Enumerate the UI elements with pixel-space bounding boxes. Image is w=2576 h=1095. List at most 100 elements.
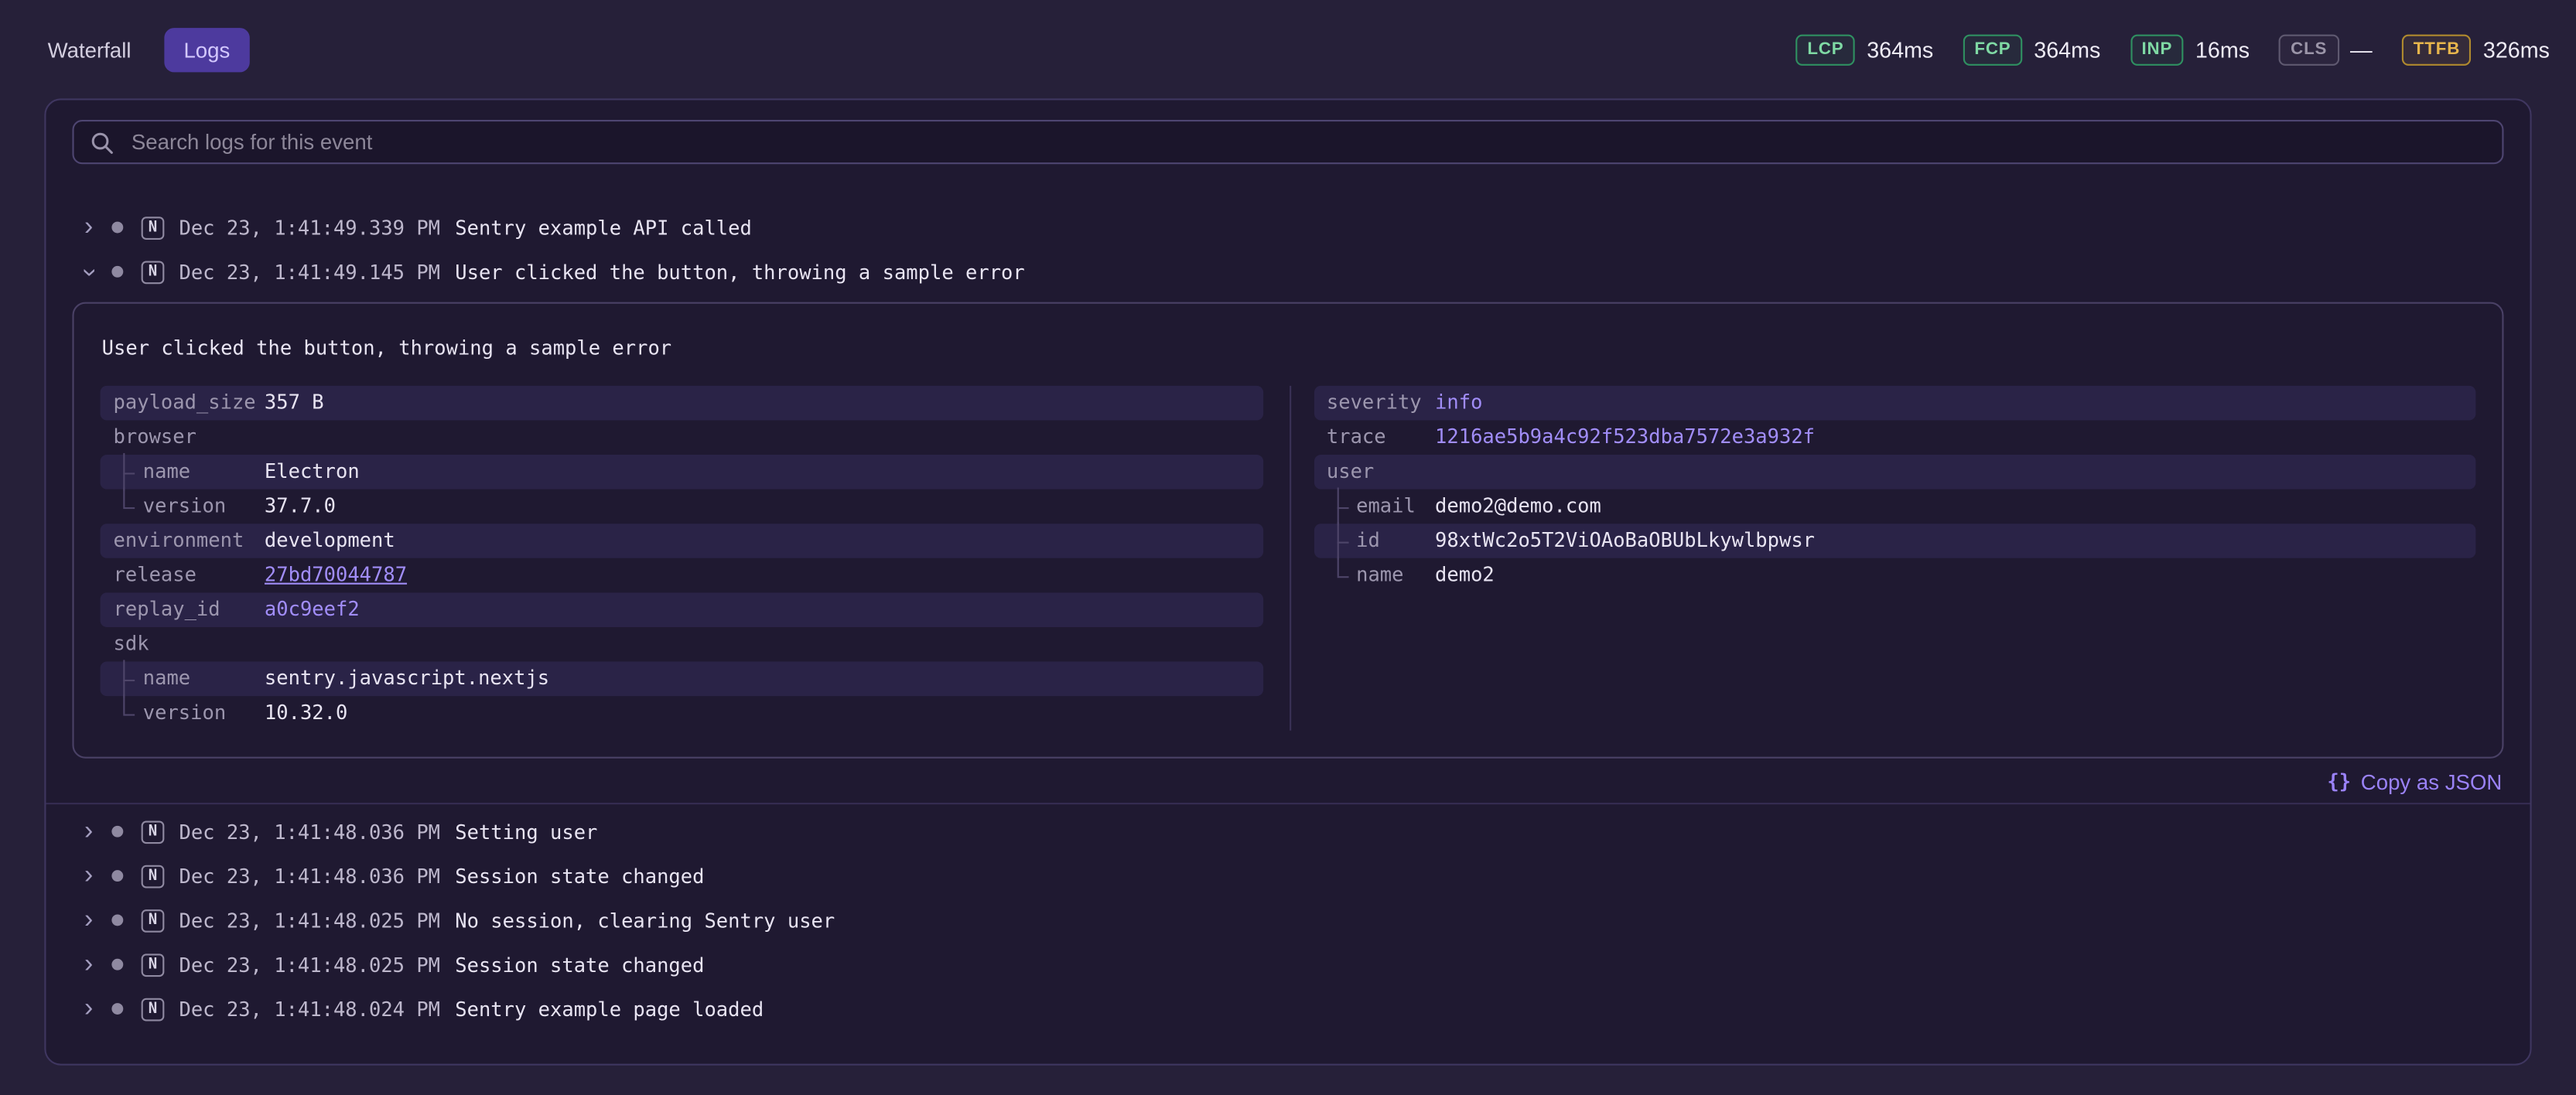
kv-key: sdk	[114, 627, 265, 662]
log-detail-panel: User clicked the button, throwing a samp…	[72, 302, 2503, 759]
log-timestamp: Dec 23, 1:41:48.025 PM	[179, 953, 455, 976]
attributes-column-right: severity info trace 1216ae5b9a4c92f523db…	[1289, 386, 2475, 731]
log-timestamp: Dec 23, 1:41:48.024 PM	[179, 998, 455, 1021]
table-row: name demo2	[1314, 558, 2476, 593]
tree-connector	[123, 490, 142, 524]
chevron-down-icon[interactable]: ›	[76, 258, 102, 285]
attributes-table: payload_size 357 B browser name Electron	[101, 386, 2476, 731]
table-row: version 10.32.0	[101, 696, 1263, 731]
vital-ttfb: TTFB 326ms	[2402, 34, 2550, 65]
kv-key: environment	[114, 524, 265, 558]
tree-connector	[123, 662, 142, 697]
log-message: Session state changed	[455, 865, 704, 888]
detail-footer: {} Copy as JSON	[72, 762, 2503, 801]
kv-key: severity	[1327, 386, 1435, 421]
vital-cls-value: —	[2350, 37, 2373, 62]
web-vitals: LCP 364ms FCP 364ms INP 16ms CLS — TTFB …	[1795, 34, 2550, 65]
log-level-dot	[111, 222, 123, 234]
vital-inp: INP 16ms	[2130, 34, 2250, 65]
vital-ttfb-badge: TTFB	[2402, 34, 2472, 65]
table-row: trace 1216ae5b9a4c92f523dba7572e3a932f	[1314, 420, 2476, 455]
log-row-expanded[interactable]: › N Dec 23, 1:41:49.145 PM User clicked …	[72, 250, 2503, 294]
attributes-column-left: payload_size 357 B browser name Electron	[101, 386, 1289, 731]
logs-panel: › N Dec 23, 1:41:49.339 PM Sentry exampl…	[44, 98, 2531, 1065]
table-row: version 37.7.0	[101, 490, 1263, 524]
vital-cls: CLS —	[2279, 34, 2372, 65]
kv-key: name	[143, 662, 265, 697]
search-icon	[91, 131, 114, 154]
release-link[interactable]: 27bd70044787	[265, 558, 407, 593]
kv-value: demo2@demo.com	[1435, 490, 1601, 524]
kv-key: name	[1356, 558, 1435, 593]
table-row-group: browser	[101, 420, 1263, 455]
chevron-right-icon[interactable]: ›	[76, 951, 102, 977]
log-row[interactable]: › N Dec 23, 1:41:48.025 PM Session state…	[72, 943, 2503, 987]
log-row[interactable]: › N Dec 23, 1:41:48.036 PM Session state…	[72, 854, 2503, 898]
table-row: release 27bd70044787	[101, 558, 1263, 593]
table-row: name sentry.javascript.nextjs	[101, 662, 1263, 697]
log-row[interactable]: › N Dec 23, 1:41:48.025 PM No session, c…	[72, 898, 2503, 942]
kv-key: id	[1356, 524, 1435, 558]
log-list-bottom: › N Dec 23, 1:41:48.036 PM Setting user …	[72, 810, 2503, 1051]
log-level-dot	[111, 1003, 123, 1015]
section-divider	[46, 803, 2530, 804]
chevron-right-icon[interactable]: ›	[76, 907, 102, 933]
nextjs-icon: N	[142, 909, 165, 932]
log-row[interactable]: › N Dec 23, 1:41:48.036 PM Setting user	[72, 810, 2503, 854]
kv-key: user	[1327, 455, 1435, 490]
trace-logs-view: Waterfall Logs LCP 364ms FCP 364ms INP 1…	[0, 0, 2576, 1095]
kv-key: payload_size	[114, 386, 265, 421]
tree-connector	[123, 696, 142, 731]
kv-value: info	[1435, 386, 1482, 421]
kv-key: version	[143, 696, 265, 731]
kv-value: 98xtWc2o5T2ViOAoBaOBUbLkywlbpwsr	[1435, 524, 1815, 558]
table-row: id 98xtWc2o5T2ViOAoBaOBUbLkywlbpwsr	[1314, 524, 2476, 558]
nextjs-icon: N	[142, 216, 165, 239]
vital-inp-value: 16ms	[2195, 37, 2250, 62]
replay-id-link[interactable]: a0c9eef2	[265, 592, 360, 627]
tab-waterfall[interactable]: Waterfall	[28, 27, 151, 71]
top-bar: Waterfall Logs LCP 364ms FCP 364ms INP 1…	[0, 0, 2576, 98]
chevron-right-icon[interactable]: ›	[76, 996, 102, 1022]
log-timestamp: Dec 23, 1:41:48.025 PM	[179, 909, 455, 932]
table-row: environment development	[101, 524, 1263, 558]
view-tabs: Waterfall Logs	[28, 27, 250, 71]
kv-key: trace	[1327, 420, 1435, 455]
log-message: No session, clearing Sentry user	[455, 909, 835, 932]
braces-icon: {}	[2327, 770, 2351, 793]
chevron-right-icon[interactable]: ›	[76, 214, 102, 240]
log-search-bar	[72, 120, 2503, 164]
chevron-right-icon[interactable]: ›	[76, 818, 102, 844]
chevron-right-icon[interactable]: ›	[76, 863, 102, 889]
log-message: Sentry example API called	[455, 216, 752, 239]
log-level-dot	[111, 959, 123, 970]
log-timestamp: Dec 23, 1:41:48.036 PM	[179, 820, 455, 843]
trace-link[interactable]: 1216ae5b9a4c92f523dba7572e3a932f	[1435, 420, 1815, 455]
log-timestamp: Dec 23, 1:41:49.339 PM	[179, 216, 455, 239]
log-level-dot	[111, 870, 123, 882]
copy-as-json-button[interactable]: {} Copy as JSON	[2327, 769, 2502, 794]
kv-key: name	[143, 455, 265, 490]
log-row[interactable]: › N Dec 23, 1:41:49.339 PM Sentry exampl…	[72, 205, 2503, 249]
kv-value: sentry.javascript.nextjs	[265, 662, 549, 697]
table-row: severity info	[1314, 386, 2476, 421]
tab-logs[interactable]: Logs	[164, 27, 250, 71]
log-message: Sentry example page loaded	[455, 998, 764, 1021]
nextjs-icon: N	[142, 865, 165, 888]
vital-fcp: FCP 364ms	[1963, 34, 2101, 65]
tree-connector	[1337, 558, 1356, 593]
search-input[interactable]	[128, 128, 2486, 156]
log-level-dot	[111, 266, 123, 278]
log-list-top: › N Dec 23, 1:41:49.339 PM Sentry exampl…	[72, 205, 2503, 294]
tree-connector	[123, 455, 142, 490]
kv-key: version	[143, 490, 265, 524]
kv-key: release	[114, 558, 265, 593]
log-message: Session state changed	[455, 953, 704, 976]
tree-connector	[1337, 524, 1356, 558]
log-level-dot	[111, 914, 123, 926]
log-row[interactable]: › N Dec 23, 1:41:48.024 PM Sentry exampl…	[72, 987, 2503, 1031]
copy-as-json-label: Copy as JSON	[2361, 769, 2503, 794]
log-level-dot	[111, 826, 123, 837]
table-row: name Electron	[101, 455, 1263, 490]
kv-value: 357 B	[265, 386, 324, 421]
